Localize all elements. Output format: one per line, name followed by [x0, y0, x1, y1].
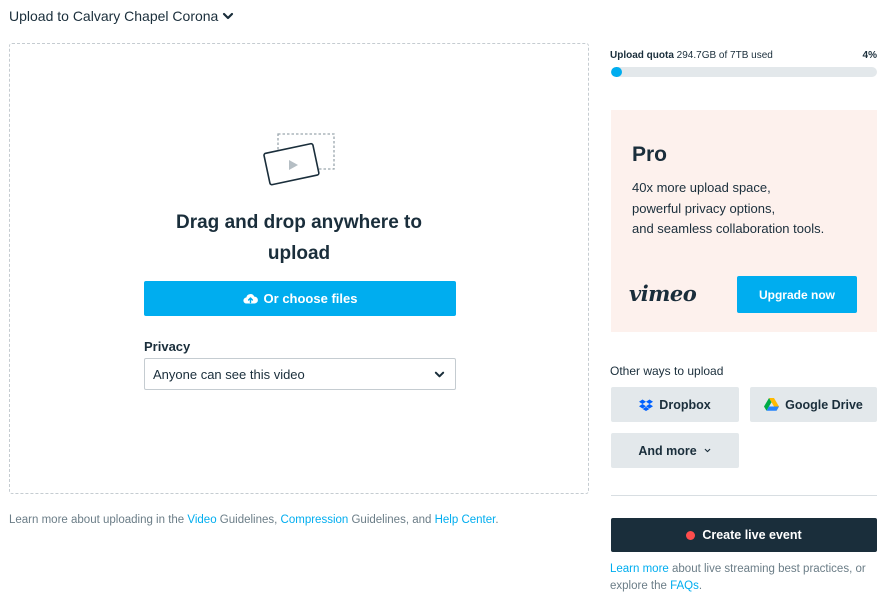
choose-files-label: Or choose files [263, 291, 358, 306]
create-live-event-button[interactable]: Create live event [611, 518, 877, 552]
create-live-event-label: Create live event [702, 528, 802, 542]
dropbox-icon [639, 399, 654, 411]
upload-help-note: Learn more about uploading in the Video … [9, 514, 499, 526]
upload-destination-dropdown[interactable]: Upload to Calvary Chapel Corona [9, 8, 234, 24]
upload-quota-percent: 4% [862, 50, 877, 61]
and-more-label: And more [638, 443, 697, 458]
upload-quota-label: Upload quota 294.7GB of 7TB used [610, 50, 773, 61]
chevron-down-icon [223, 12, 234, 20]
section-divider [611, 495, 877, 496]
upload-destination-label: Upload to Calvary Chapel Corona [9, 8, 219, 24]
dropbox-label: Dropbox [659, 397, 711, 412]
privacy-label: Privacy [144, 339, 191, 354]
pro-upsell-card: Pro 40x more upload space, powerful priv… [611, 110, 877, 332]
video-upload-icon [263, 133, 335, 186]
upload-dropzone[interactable]: Drag and drop anywhere to upload Or choo… [9, 43, 589, 494]
learn-more-link[interactable]: Learn more [610, 563, 669, 575]
faqs-link[interactable]: FAQs [670, 580, 699, 592]
pro-title: Pro [632, 143, 668, 166]
upgrade-now-button[interactable]: Upgrade now [737, 276, 857, 313]
video-guidelines-link[interactable]: Video [187, 514, 216, 526]
upload-quota-fill [611, 67, 622, 77]
upload-quota-bar [611, 67, 877, 77]
and-more-button[interactable]: And more [611, 433, 739, 468]
chevron-down-icon [704, 448, 710, 453]
dropbox-button[interactable]: Dropbox [611, 387, 739, 422]
privacy-select[interactable]: Anyone can see this video [144, 358, 456, 390]
live-dot-icon [686, 530, 696, 540]
privacy-selected-value: Anyone can see this video [153, 366, 305, 382]
choose-files-button[interactable]: Or choose files [144, 281, 456, 316]
chevron-down-icon [434, 371, 445, 377]
google-drive-label: Google Drive [785, 397, 863, 412]
vimeo-logo: vimeo [629, 281, 697, 306]
google-drive-button[interactable]: Google Drive [750, 387, 877, 422]
dropzone-title: Drag and drop anywhere to upload [176, 212, 422, 264]
pro-description: 40x more upload space, powerful privacy … [632, 180, 825, 236]
help-center-link[interactable]: Help Center [435, 514, 496, 526]
compression-guidelines-link[interactable]: Compression [281, 514, 349, 526]
google-drive-icon [764, 398, 780, 411]
cloud-upload-icon [242, 294, 258, 304]
other-ways-label: Other ways to upload [610, 364, 724, 378]
live-streaming-note: Learn more about live streaming best pra… [610, 563, 866, 592]
